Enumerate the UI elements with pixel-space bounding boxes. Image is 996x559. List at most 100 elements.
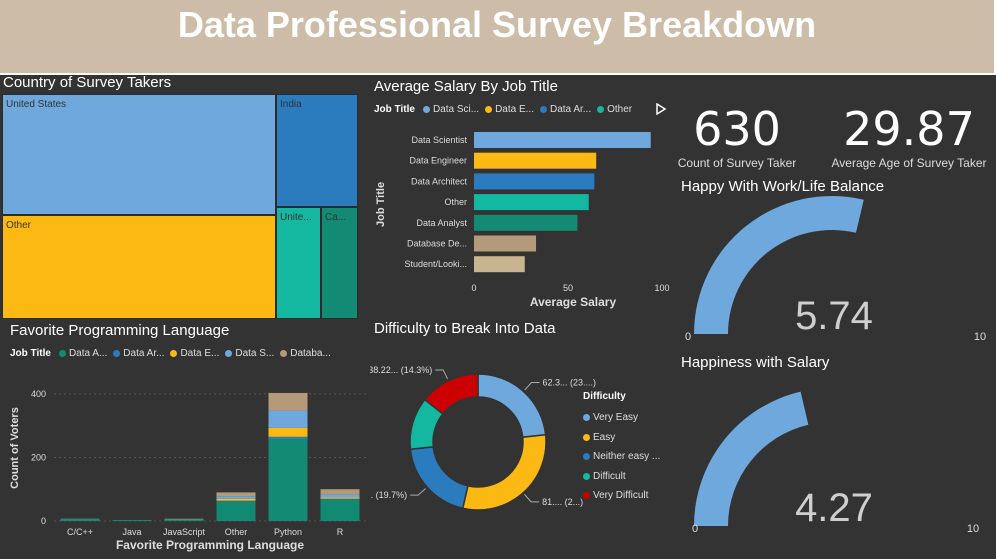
legend-next-icon[interactable] — [655, 103, 667, 115]
legend-dot — [583, 453, 590, 461]
legend-dot — [170, 350, 178, 357]
legend-item[interactable]: Very Difficult — [583, 486, 660, 506]
salary-bar[interactable] — [474, 173, 595, 190]
legend-item[interactable]: Data E... — [485, 104, 534, 115]
legend-dot — [583, 472, 590, 480]
gauge-value: 4.27 — [795, 486, 873, 530]
stacked-bar-segment[interactable] — [216, 496, 256, 499]
bar-category-label: Data Scientist — [411, 135, 467, 145]
salary-bar[interactable] — [474, 256, 525, 273]
gauge-max-label: 10 — [967, 523, 979, 535]
donut-slice[interactable] — [477, 373, 547, 439]
kpi-average-age: 29.87 Average Age of Survey Taker — [826, 102, 992, 170]
stacked-bar-segment[interactable] — [60, 519, 100, 521]
stacked-bar-segment[interactable] — [320, 497, 360, 499]
salary-bar[interactable] — [474, 152, 597, 169]
salary-gauge: 4.27 0 10 — [692, 391, 979, 535]
salary-legend-title: Job Title — [374, 104, 415, 115]
language-legend: Job Title Data A... Data Ar... Data E...… — [10, 348, 337, 359]
legend-item[interactable]: Data Ar... — [539, 104, 591, 115]
treemap-cell-canada[interactable]: Ca... — [321, 207, 358, 319]
bar-category-label: Database De... — [407, 239, 467, 249]
legend-label: Data E... — [495, 104, 534, 115]
legend-label: Data Ar... — [123, 348, 165, 359]
legend-label: Neither easy ... — [593, 451, 661, 463]
gauge-max-label: 10 — [974, 331, 986, 343]
legend-item[interactable]: Data E... — [170, 348, 219, 359]
y-axis-label: Job Title — [375, 182, 387, 227]
x-tick-label: R — [337, 527, 344, 537]
salary-bar-chart: Data Scientist Data Engineer Data Architec… — [375, 132, 670, 309]
stacked-bar-segment[interactable] — [268, 410, 308, 428]
treemap-cell-other[interactable]: Other — [2, 215, 276, 319]
x-tick-label: 50 — [563, 283, 573, 293]
treemap-cell-label: Unite... — [280, 212, 312, 223]
legend-item[interactable]: Difficult — [583, 467, 660, 487]
x-tick-label: JavaScript — [163, 527, 206, 537]
gauge-min-label: 0 — [685, 331, 691, 343]
stacked-bar-segment[interactable] — [112, 520, 152, 521]
treemap-cell-united-states[interactable]: United States — [2, 94, 276, 215]
donut-slice[interactable] — [409, 445, 469, 510]
salary-chart-title: Average Salary By Job Title — [374, 78, 558, 95]
legend-dot — [583, 492, 590, 500]
y-tick-label: 200 — [31, 452, 46, 462]
legend-item[interactable]: Very Easy — [583, 408, 660, 428]
legend-label: Very Easy — [593, 412, 639, 424]
legend-item[interactable]: Databa... — [280, 348, 331, 359]
stacked-bar-segment[interactable] — [216, 492, 256, 497]
x-tick-label: 0 — [471, 283, 476, 293]
x-tick-label: Python — [274, 527, 302, 537]
legend-item[interactable]: Data A... — [58, 348, 107, 359]
stacked-bar-segment[interactable] — [320, 499, 360, 521]
legend-item[interactable]: Data Ar... — [113, 348, 164, 359]
salary-bar[interactable] — [474, 194, 589, 211]
treemap-cell-label: India — [280, 99, 302, 110]
data-label-leader — [410, 488, 426, 496]
x-tick-label: Other — [225, 527, 248, 537]
gauge-min-label: 0 — [692, 523, 698, 535]
worklife-gauge: 5.74 0 10 — [685, 196, 986, 343]
stacked-bar-segment[interactable] — [268, 436, 308, 440]
salary-bar[interactable] — [474, 132, 651, 148]
kpi-label: Average Age of Survey Taker — [831, 156, 987, 170]
stacked-bar-segment[interactable] — [216, 501, 256, 521]
gauge-salary-title: Happiness with Salary — [681, 354, 830, 371]
y-tick-label: 0 — [41, 516, 46, 526]
bar-category-label: Data Engineer — [409, 156, 467, 166]
stacked-bar-segment[interactable] — [268, 392, 308, 411]
legend-item[interactable]: Data S... — [225, 348, 274, 359]
salary-bar[interactable] — [474, 214, 578, 231]
stacked-bar-segment[interactable] — [164, 519, 204, 521]
legend-item[interactable]: Other — [597, 104, 632, 115]
stacked-bar-segment[interactable] — [268, 439, 308, 521]
legend-item[interactable]: Easy — [583, 428, 660, 448]
stacked-bar-segment[interactable] — [216, 498, 256, 501]
legend-item[interactable]: Data Sci... — [422, 104, 479, 115]
stacked-bar-segment[interactable] — [320, 494, 360, 498]
stacked-bar-segment[interactable] — [216, 500, 256, 502]
legend-label: Other — [607, 104, 633, 115]
dashboard-header: Data Professional Survey Breakdown — [0, 0, 996, 75]
kpi-value: 630 — [693, 102, 781, 156]
stacked-bar-segment[interactable] — [164, 518, 204, 520]
stacked-bar-segment[interactable] — [268, 427, 308, 437]
legend-dot — [113, 350, 121, 357]
stacked-bar-segment[interactable] — [320, 489, 360, 495]
treemap-cell-label: United States — [6, 99, 67, 110]
country-treemap[interactable]: United States Other India Unite... Ca... — [2, 94, 358, 319]
salary-bar[interactable] — [474, 235, 537, 252]
legend-label: Databa... — [290, 348, 331, 359]
treemap-cell-india[interactable]: India — [276, 94, 358, 207]
gauge-worklife-title: Happy With Work/Life Balance — [681, 178, 885, 195]
stacked-bar-segment[interactable] — [320, 498, 360, 500]
treemap-cell-united-kingdom[interactable]: Unite... — [276, 207, 321, 319]
treemap-title: Country of Survey Takers — [3, 74, 172, 91]
legend-dot — [539, 106, 547, 113]
donut-slice[interactable] — [461, 433, 547, 511]
kpi-label: Count of Survey Taker — [677, 156, 797, 170]
difficulty-chart-title: Difficulty to Break Into Data — [374, 320, 556, 337]
legend-dot — [422, 106, 430, 113]
legend-item[interactable]: Neither easy ... — [583, 447, 660, 467]
legend-dot — [597, 106, 605, 113]
